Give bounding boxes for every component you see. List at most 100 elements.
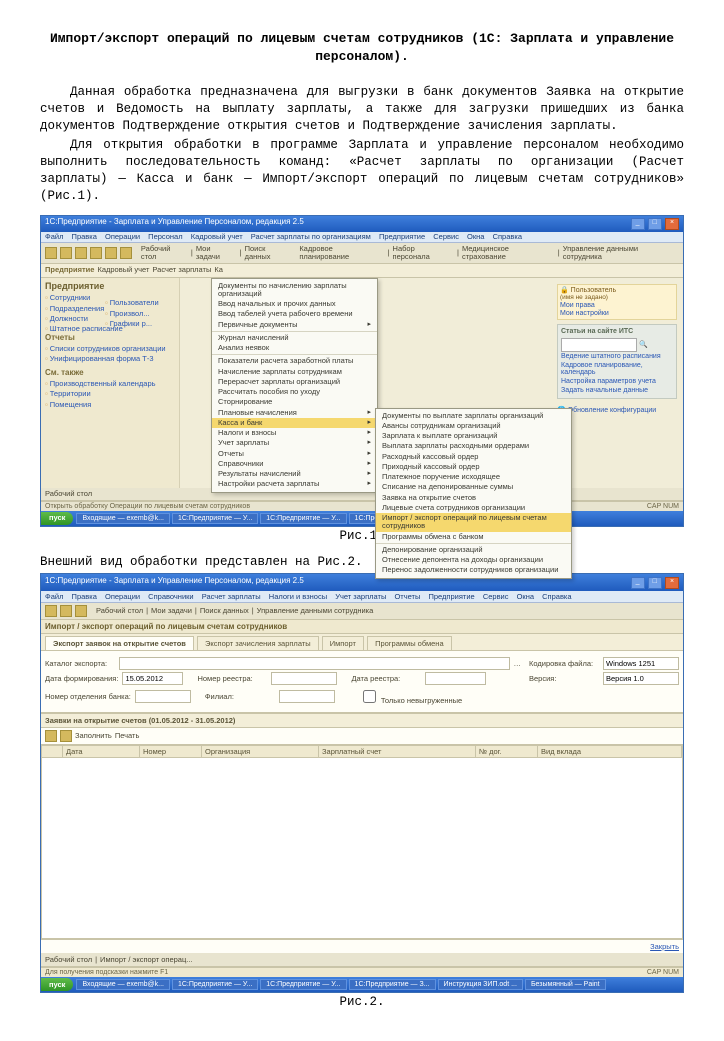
menu-item[interactable]: Первичные документы xyxy=(212,320,377,330)
its-link[interactable]: Ведение штатного расписания xyxy=(561,353,673,361)
menu-item[interactable]: Расчет зарплаты по организациям xyxy=(251,232,371,241)
tab-bar[interactable]: Предприятие Кадровый учет Расчет зарплат… xyxy=(41,264,683,277)
menu-item[interactable]: Результаты начислений xyxy=(212,469,377,479)
toolbar-link[interactable]: Рабочий стол xyxy=(96,606,143,615)
panel-item[interactable]: Графики р... xyxy=(105,320,175,328)
taskbar-item[interactable]: 1С:Предприятие — У... xyxy=(172,979,258,990)
submenu-item[interactable]: Выплата зарплаты расходными ордерами xyxy=(376,441,571,451)
close-button[interactable]: Закрыть xyxy=(650,942,679,951)
taskbar[interactable]: пуск Входящие — exemb@k... 1С:Предприяти… xyxy=(41,977,683,992)
tab-import[interactable]: Импорт xyxy=(322,636,364,650)
menu-item[interactable]: Предприятие xyxy=(428,592,474,601)
menu-item[interactable]: Правка xyxy=(72,592,97,601)
minimize-icon[interactable]: _ xyxy=(631,218,645,230)
submenu-item[interactable]: Программы обмена с банком xyxy=(376,532,571,542)
submenu-item[interactable]: Заявка на открытие счетов xyxy=(376,493,571,503)
tab[interactable]: Кадровый учет xyxy=(97,266,149,274)
browse-button[interactable]: … xyxy=(514,659,522,668)
menu-item[interactable]: Отчеты xyxy=(394,592,420,601)
menu-item[interactable]: Сервис xyxy=(483,592,509,601)
its-link[interactable]: Настройка параметров учета xyxy=(561,378,673,386)
my-rights-link[interactable]: Мои права xyxy=(560,302,595,309)
menu-item[interactable]: Файл xyxy=(45,232,63,241)
menu-item[interactable]: Предприятие xyxy=(379,232,425,241)
menu-item[interactable]: Показатели расчета заработной платы xyxy=(212,356,377,366)
submenu-item[interactable]: Отнесение депонента на доходы организаци… xyxy=(376,555,571,565)
menu-item[interactable]: Операции xyxy=(105,592,140,601)
submenu-item[interactable]: Перенос задолженности сотрудников органи… xyxy=(376,565,571,575)
menu-item[interactable]: Правка xyxy=(72,232,97,241)
close-icon[interactable]: × xyxy=(665,218,679,230)
menu-item[interactable]: Справочники xyxy=(212,459,377,469)
toolbar-icon[interactable] xyxy=(60,605,72,617)
menu-item[interactable]: Документы по начислению зарплаты организ… xyxy=(212,281,377,300)
tab-export-open[interactable]: Экспорт заявок на открытие счетов xyxy=(45,636,194,650)
panel-item[interactable]: Помещения xyxy=(45,401,156,409)
submenu-item[interactable]: Расходный кассовый ордер xyxy=(376,452,571,462)
its-link[interactable]: Кадровое планирование, календарь xyxy=(561,362,673,377)
panel-item[interactable]: Унифицированная форма Т-3 xyxy=(45,355,175,363)
toolbar-icon[interactable] xyxy=(105,247,117,259)
panel-item[interactable]: Пользователи xyxy=(105,299,175,307)
taskbar-item[interactable]: Входящие — exemb@k... xyxy=(76,513,170,525)
taskbar-item[interactable]: 1С:Предприятие — У... xyxy=(260,979,346,990)
maximize-icon[interactable]: □ xyxy=(648,577,662,589)
window-controls[interactable]: _ □ × xyxy=(630,218,679,230)
catalog-input[interactable] xyxy=(119,657,510,670)
tray-tab[interactable]: Рабочий стол xyxy=(45,490,92,498)
menu-item[interactable]: Касса и банк xyxy=(212,418,377,428)
tab[interactable]: Ка xyxy=(214,266,223,274)
minimize-icon[interactable]: _ xyxy=(631,577,645,589)
submenu[interactable]: Документы по выплате зарплаты организаци… xyxy=(375,408,572,579)
encoding-input[interactable] xyxy=(603,657,679,670)
start-button[interactable]: пуск xyxy=(41,512,73,524)
menu-bar[interactable]: Файл Правка Операции Персонал Кадровый у… xyxy=(41,232,683,243)
menu-item[interactable]: Окна xyxy=(517,592,534,601)
toolbar-link[interactable]: Управление данными сотрудника xyxy=(257,606,374,615)
toolbar-icon[interactable] xyxy=(90,247,102,259)
submenu-item[interactable]: Списание на депонированные суммы xyxy=(376,482,571,492)
menu-item[interactable]: Настройки расчета зарплаты xyxy=(212,479,377,489)
menu-item[interactable]: Ввод табелей учета рабочего времени xyxy=(212,309,377,319)
only-unpaid-checkbox[interactable] xyxy=(363,690,376,703)
taskbar-item[interactable]: Входящие — exemb@k... xyxy=(76,979,170,990)
menu-item[interactable]: Персонал xyxy=(148,232,182,241)
tab[interactable]: Расчет зарплаты xyxy=(152,266,211,274)
taskbar[interactable]: пуск Входящие — exemb@k... 1С:Предприяти… xyxy=(41,511,683,525)
fill-button[interactable]: Заполнить xyxy=(75,731,112,740)
submenu-item[interactable]: Авансы сотрудникам организаций xyxy=(376,421,571,431)
branch-input[interactable] xyxy=(135,690,191,703)
menu-item[interactable]: Налоги и взносы xyxy=(212,428,377,438)
filial-input[interactable] xyxy=(279,690,335,703)
menu-item[interactable]: Плановые начисления xyxy=(212,408,377,418)
menu-item[interactable]: Кадровый учет xyxy=(191,232,243,241)
submenu-item[interactable]: Платежное поручение исходящее xyxy=(376,472,571,482)
menu-bar[interactable]: Файл Правка Операции Справочники Расчет … xyxy=(41,591,683,603)
start-button[interactable]: пуск xyxy=(41,978,73,991)
menu-item[interactable]: Отчеты xyxy=(212,449,377,459)
taskbar-item[interactable]: 1С:Предприятие — У... xyxy=(260,513,346,525)
globe-link[interactable]: 🌐 Обновление конфигурации xyxy=(557,407,677,415)
submenu-item[interactable]: Импорт / экспорт операций по лицевым сче… xyxy=(376,513,571,532)
maximize-icon[interactable]: □ xyxy=(648,218,662,230)
taskbar-item[interactable]: Безымянный — Paint xyxy=(525,979,606,990)
menu-item[interactable]: Журнал начислений xyxy=(212,333,377,343)
toolbar-link[interactable]: Кадровое планирование xyxy=(299,245,384,262)
its-search-input[interactable] xyxy=(561,338,637,352)
toolbar-icon[interactable] xyxy=(120,247,132,259)
grid-body[interactable] xyxy=(42,758,682,938)
grid-toolbar-icon[interactable] xyxy=(45,730,57,742)
toolbar-icon[interactable] xyxy=(45,247,57,259)
submenu-item[interactable]: Лицевые счета сотрудников организации xyxy=(376,503,571,513)
tray-tab[interactable]: Рабочий стол xyxy=(45,955,92,964)
toolbar[interactable]: Рабочий стол | Мои задачи | Поиск данных… xyxy=(41,243,683,265)
taskbar-item[interactable]: 1С:Предприятие — У... xyxy=(172,513,258,525)
menu-item[interactable]: Справка xyxy=(493,232,522,241)
tray-tab[interactable]: Импорт / экспорт операц... xyxy=(100,955,192,964)
tab-strip[interactable]: Экспорт заявок на открытие счетов Экспор… xyxy=(41,634,683,651)
panel-item[interactable]: Территории xyxy=(45,390,156,398)
toolbar-link[interactable]: Управление данными сотрудника xyxy=(563,245,679,262)
toolbar-icon[interactable] xyxy=(75,247,87,259)
panel-item[interactable]: Производственный календарь xyxy=(45,380,156,388)
menu-item[interactable]: Окна xyxy=(467,232,484,241)
